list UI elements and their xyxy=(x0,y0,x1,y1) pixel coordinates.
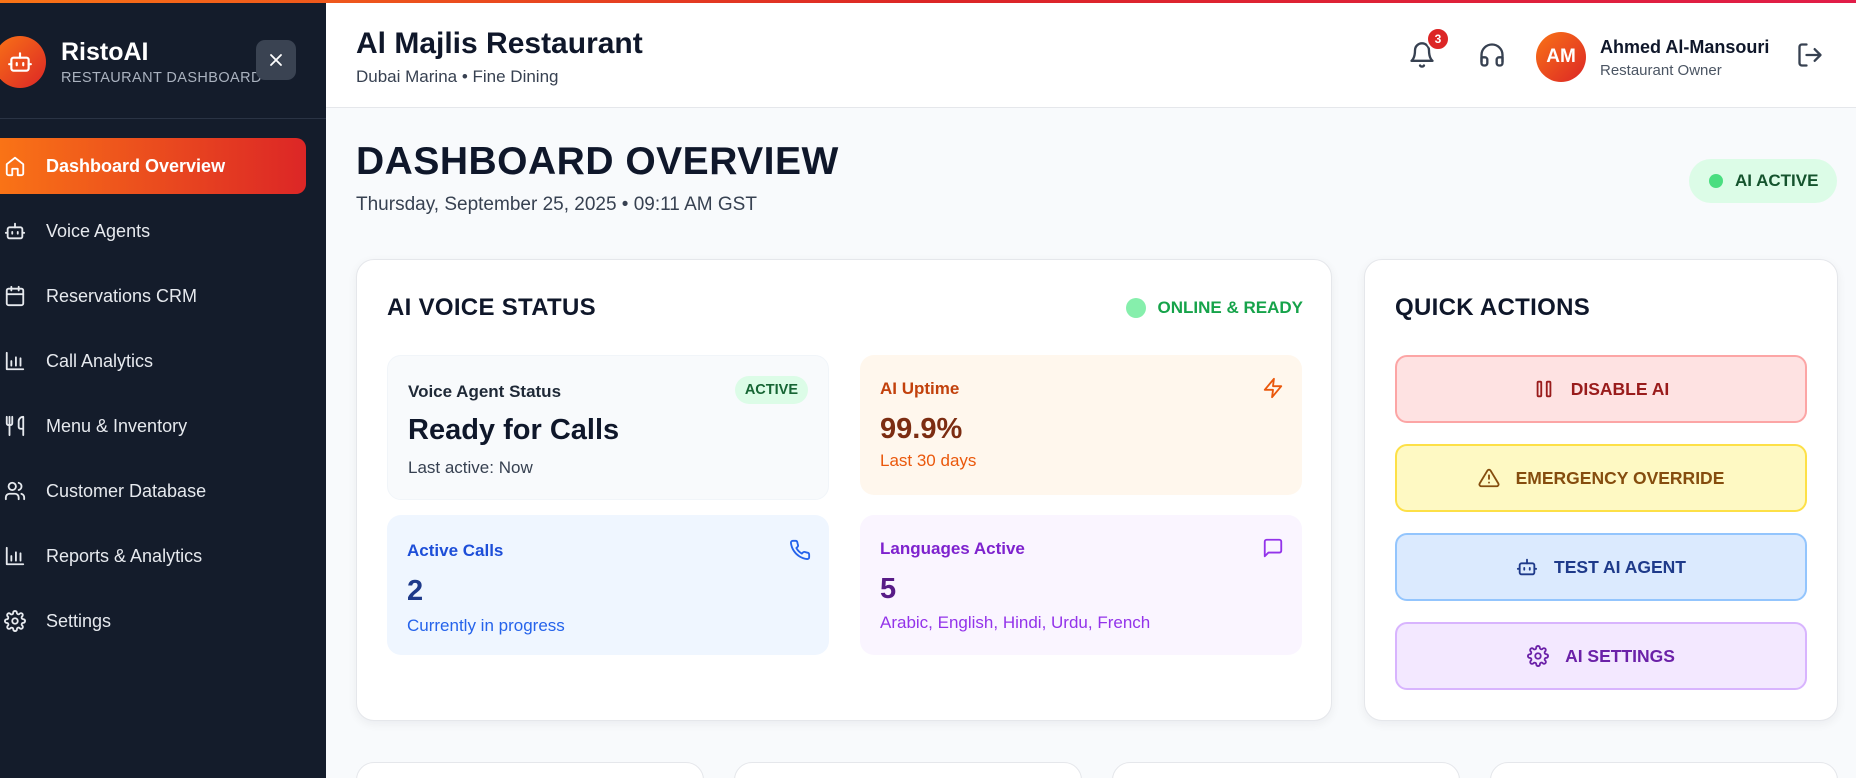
stat-label: Voice Agent Status xyxy=(408,382,562,401)
stat-sub: Last 30 days xyxy=(880,451,977,470)
button-label: AI SETTINGS xyxy=(1565,645,1675,666)
sidebar-item-label: Settings xyxy=(46,610,112,631)
quick-actions-card: QUICK ACTIONS DISABLE AI EMERGENCY OVERR… xyxy=(1364,259,1838,721)
stat-value: 2 xyxy=(407,575,424,607)
warning-icon xyxy=(1478,467,1500,489)
user-name: Ahmed Al-Mansouri xyxy=(1600,37,1770,57)
sidebar-item-dashboard-overview[interactable]: Dashboard Overview xyxy=(0,138,306,194)
notification-count-badge: 3 xyxy=(1426,27,1450,51)
sidebar-item-label: Reports & Analytics xyxy=(46,545,203,566)
stats-card xyxy=(356,762,704,778)
robot-icon xyxy=(1516,556,1538,578)
close-icon xyxy=(270,54,282,66)
robot-icon xyxy=(8,52,32,72)
bar-chart-icon xyxy=(5,546,25,566)
stats-card xyxy=(1490,762,1838,778)
brand-name: RistoAI xyxy=(61,38,149,66)
online-status: ONLINE & READY xyxy=(1125,298,1303,318)
ai-active-badge: AI ACTIVE xyxy=(1689,159,1837,203)
card-title: AI VOICE STATUS xyxy=(387,294,596,321)
sidebar: RistoAI RESTAURANT DASHBOARD Dashboard O… xyxy=(0,0,326,778)
page-date: Thursday, September 25, 2025 • 09:11 AM … xyxy=(356,194,757,215)
ai-active-label: AI ACTIVE xyxy=(1735,171,1819,190)
sidebar-item-settings[interactable]: Settings xyxy=(0,593,306,649)
emergency-override-button[interactable]: EMERGENCY OVERRIDE xyxy=(1395,444,1807,512)
support-button[interactable] xyxy=(1476,39,1508,71)
card-title: QUICK ACTIONS xyxy=(1395,294,1591,321)
brand-header: RistoAI RESTAURANT DASHBOARD xyxy=(0,0,326,119)
sidebar-item-label: Call Analytics xyxy=(46,350,154,371)
sidebar-item-voice-agents[interactable]: Voice Agents xyxy=(0,203,306,259)
close-sidebar-button[interactable] xyxy=(256,40,296,80)
top-accent-bar xyxy=(0,0,1856,3)
pause-icon xyxy=(1533,378,1555,400)
sidebar-item-label: Dashboard Overview xyxy=(46,155,226,176)
disable-ai-button[interactable]: DISABLE AI xyxy=(1395,355,1807,423)
languages-active-tile: Languages Active 5 Arabic, English, Hind… xyxy=(860,515,1302,655)
lightning-icon xyxy=(1263,377,1283,399)
users-icon xyxy=(4,481,26,501)
brand-logo xyxy=(0,36,46,88)
restaurant-name: Al Majlis Restaurant xyxy=(356,27,643,60)
bar-chart-icon xyxy=(5,351,25,371)
sidebar-item-reservations-crm[interactable]: Reservations CRM xyxy=(0,268,306,324)
voice-agent-status-tile: Voice Agent Status ACTIVE Ready for Call… xyxy=(387,355,829,500)
robot-icon xyxy=(4,222,26,240)
stat-label: AI Uptime xyxy=(880,379,960,398)
stat-sub: Currently in progress xyxy=(407,616,565,635)
sidebar-item-call-analytics[interactable]: Call Analytics xyxy=(0,333,306,389)
sidebar-nav: Dashboard Overview Voice Agents Reservat… xyxy=(0,138,326,658)
stat-value: 5 xyxy=(880,573,897,605)
sidebar-item-customer-database[interactable]: Customer Database xyxy=(0,463,306,519)
stat-label: Languages Active xyxy=(880,539,1025,558)
ai-uptime-tile: AI Uptime 99.9% Last 30 days xyxy=(860,355,1302,495)
sidebar-item-label: Voice Agents xyxy=(46,220,151,241)
stat-sub: Arabic, English, Hindi, Urdu, French xyxy=(880,613,1151,632)
sidebar-item-label: Menu & Inventory xyxy=(46,415,188,436)
logout-icon xyxy=(1798,43,1822,67)
headphones-icon xyxy=(1480,43,1504,67)
top-header: Al Majlis Restaurant Dubai Marina • Fine… xyxy=(326,3,1856,108)
button-label: TEST AI AGENT xyxy=(1554,556,1686,577)
stat-label: Active Calls xyxy=(407,541,504,560)
active-calls-tile: Active Calls 2 Currently in progress xyxy=(387,515,829,655)
sidebar-item-label: Customer Database xyxy=(46,480,207,501)
button-label: DISABLE AI xyxy=(1570,378,1670,399)
button-label: EMERGENCY OVERRIDE xyxy=(1515,467,1725,488)
user-role: Restaurant Owner xyxy=(1600,62,1722,79)
sidebar-item-reports-analytics[interactable]: Reports & Analytics xyxy=(0,528,306,584)
status-dot xyxy=(1125,298,1146,318)
ai-settings-button[interactable]: AI SETTINGS xyxy=(1395,622,1807,690)
sidebar-item-menu-inventory[interactable]: Menu & Inventory xyxy=(0,398,306,454)
stat-sub: Last active: Now xyxy=(408,458,533,477)
calendar-icon xyxy=(5,285,25,307)
utensils-icon xyxy=(5,415,25,437)
phone-icon xyxy=(790,539,811,560)
restaurant-subtitle: Dubai Marina • Fine Dining xyxy=(356,67,559,86)
gear-icon xyxy=(1527,645,1550,667)
stats-card xyxy=(1112,762,1460,778)
brand-subtitle: RESTAURANT DASHBOARD xyxy=(61,70,262,86)
home-icon xyxy=(5,156,25,177)
logout-button[interactable] xyxy=(1794,39,1826,71)
stat-value: 99.9% xyxy=(880,413,963,445)
ai-voice-status-card: AI VOICE STATUS ONLINE & READY Voice Age… xyxy=(356,259,1332,721)
test-ai-agent-button[interactable]: TEST AI AGENT xyxy=(1395,533,1807,601)
gear-icon xyxy=(4,610,26,632)
chat-icon xyxy=(1263,538,1283,558)
online-label: ONLINE & READY xyxy=(1157,298,1303,317)
stat-value: Ready for Calls xyxy=(408,414,620,446)
status-dot xyxy=(1709,174,1723,188)
avatar[interactable]: AM xyxy=(1536,32,1586,82)
status-badge: ACTIVE xyxy=(734,376,808,404)
sidebar-item-label: Reservations CRM xyxy=(46,285,198,306)
page-title: DASHBOARD OVERVIEW xyxy=(356,140,839,183)
stats-card xyxy=(734,762,1082,778)
